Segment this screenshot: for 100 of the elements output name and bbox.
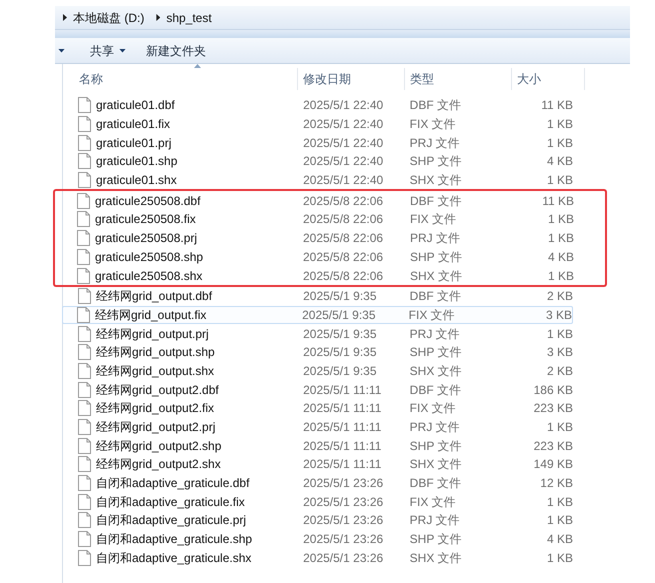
file-size: 11 KB xyxy=(540,97,573,114)
file-name[interactable]: graticule01.shp xyxy=(96,152,178,170)
modified-date: 2025/5/1 11:11 xyxy=(302,419,382,436)
file-icon xyxy=(77,268,90,284)
modified-date: 2025/5/1 22:40 xyxy=(302,134,384,152)
breadcrumb-item[interactable]: 本地磁盘 (D:) xyxy=(73,8,144,26)
file-type: SHP 文件 xyxy=(408,153,462,170)
file-type: SHP 文件 xyxy=(408,531,462,548)
file-name[interactable]: 自闭和adaptive_graticule.shp xyxy=(96,530,252,548)
column-header[interactable]: 类型 xyxy=(405,68,512,90)
file-icon xyxy=(78,134,91,151)
file-name[interactable]: 经纬网grid_output2.shx xyxy=(96,455,221,474)
modified-date: 2025/5/1 23:26 xyxy=(302,550,384,567)
file-name[interactable]: graticule01.fix xyxy=(96,115,170,134)
file-size: 4 KB xyxy=(546,153,573,170)
file-icon xyxy=(78,97,91,114)
modified-date: 2025/5/1 22:40 xyxy=(302,116,384,134)
modified-date: 2025/5/1 22:40 xyxy=(302,172,384,190)
breadcrumb-item[interactable]: shp_test xyxy=(166,8,212,26)
modified-date: 2025/5/1 23:26 xyxy=(302,512,384,530)
file-type: SHX 文件 xyxy=(408,456,463,474)
file-type: PRJ 文件 xyxy=(408,134,461,152)
modified-date: 2025/5/1 23:26 xyxy=(302,475,384,492)
file-name[interactable]: 经纬网grid_output.fix xyxy=(95,306,206,324)
modified-date: 2025/5/8 22:06 xyxy=(302,268,384,285)
file-icon xyxy=(78,419,91,436)
hovered-row[interactable]: 经纬网grid_output.fix 2025/5/1 9:35 FIX 文件 3 KB xyxy=(62,306,573,324)
file-name[interactable]: 经纬网grid_output.prj xyxy=(96,324,209,343)
file-type: PRJ 文件 xyxy=(409,230,462,248)
file-icon xyxy=(78,172,91,188)
modified-date: 2025/5/1 9:35 xyxy=(302,288,378,306)
file-icon xyxy=(78,116,91,132)
file-name[interactable]: 经纬网grid_output.shx xyxy=(96,362,214,380)
file-type: SHP 文件 xyxy=(409,248,463,266)
file-name[interactable]: 自闭和adaptive_graticule.fix xyxy=(96,492,245,511)
file-name[interactable]: graticule01.prj xyxy=(96,134,172,152)
file-icon xyxy=(78,382,91,398)
file-type: FIX 文件 xyxy=(408,494,457,511)
file-type: FIX 文件 xyxy=(408,116,457,134)
file-name[interactable]: 自闭和adaptive_graticule.dbf xyxy=(96,474,250,492)
column-header[interactable]: 修改日期 xyxy=(298,68,405,90)
file-size: 1 KB xyxy=(546,172,573,190)
file-size: 1 KB xyxy=(546,494,573,511)
file-size: 223 KB xyxy=(532,400,573,418)
caret-icon[interactable] xyxy=(58,48,65,52)
file-size: 1 KB xyxy=(546,419,573,436)
file-type: DBF 文件 xyxy=(408,97,462,114)
file-type: SHP 文件 xyxy=(408,438,462,455)
file-name[interactable]: graticule250508.prj xyxy=(95,229,198,248)
file-icon xyxy=(78,326,91,342)
file-icon xyxy=(78,475,91,492)
toolbar-button[interactable]: 共享 xyxy=(83,40,133,62)
file-size: 1 KB xyxy=(546,211,574,228)
file-name[interactable]: 经纬网grid_output2.shp xyxy=(96,436,222,455)
file-icon xyxy=(77,192,90,209)
file-name[interactable]: graticule250508.shp xyxy=(95,248,204,266)
file-name[interactable]: graticule250508.fix xyxy=(95,210,196,228)
modified-date: 2025/5/8 22:06 xyxy=(302,248,384,266)
file-icon xyxy=(78,494,91,510)
file-size: 1 KB xyxy=(546,134,573,152)
column-header[interactable]: 大小 xyxy=(512,68,585,90)
file-size: 1 KB xyxy=(546,326,573,343)
caret-icon xyxy=(119,48,126,52)
file-name[interactable]: 经纬网grid_output2.fix xyxy=(96,399,214,418)
modified-date: 2025/5/1 23:26 xyxy=(302,531,384,548)
modified-date: 2025/5/1 11:11 xyxy=(302,438,382,455)
file-icon xyxy=(78,550,91,566)
file-type: SHX 文件 xyxy=(408,172,463,190)
address-bar[interactable]: 本地磁盘 (D:) shp_test xyxy=(55,6,630,30)
file-name[interactable]: 经纬网grid_output2.dbf xyxy=(96,380,219,399)
file-icon xyxy=(78,456,91,472)
file-name[interactable]: 经纬网grid_output.shp xyxy=(96,343,215,362)
file-size: 3 KB xyxy=(546,344,573,362)
file-name[interactable]: 自闭和adaptive_graticule.shx xyxy=(96,548,252,567)
chevron-icon[interactable] xyxy=(156,14,160,21)
file-name[interactable]: 经纬网grid_output2.prj xyxy=(96,418,216,436)
file-type: FIX 文件 xyxy=(409,211,458,228)
modified-date: 2025/5/1 22:40 xyxy=(302,153,384,170)
modified-date: 2025/5/1 9:35 xyxy=(302,362,378,380)
modified-date: 2025/5/1 11:11 xyxy=(302,456,382,474)
file-type: PRJ 文件 xyxy=(408,512,461,530)
file-size: 149 KB xyxy=(532,456,573,474)
file-name[interactable]: graticule01.dbf xyxy=(96,96,175,114)
file-size: 186 KB xyxy=(532,382,573,399)
file-type: SHX 文件 xyxy=(408,362,463,380)
file-type: SHX 文件 xyxy=(409,268,464,285)
file-type: DBF 文件 xyxy=(408,382,462,399)
modified-date: 2025/5/1 11:11 xyxy=(302,382,382,399)
file-name[interactable]: graticule250508.dbf xyxy=(95,192,200,210)
toolbar-button[interactable]: 新建文件夹 xyxy=(139,40,213,62)
file-size: 11 KB xyxy=(541,192,574,210)
file-type: PRJ 文件 xyxy=(408,419,461,436)
file-type: PRJ 文件 xyxy=(408,326,461,343)
file-name[interactable]: graticule01.shx xyxy=(96,171,177,190)
file-size: 12 KB xyxy=(539,475,573,492)
chevron-icon[interactable] xyxy=(63,14,67,21)
file-name[interactable]: graticule250508.shx xyxy=(95,266,202,285)
file-name[interactable]: 自闭和adaptive_graticule.prj xyxy=(96,511,246,530)
file-type: SHX 文件 xyxy=(408,550,463,567)
file-name[interactable]: 经纬网grid_output.dbf xyxy=(96,287,212,306)
